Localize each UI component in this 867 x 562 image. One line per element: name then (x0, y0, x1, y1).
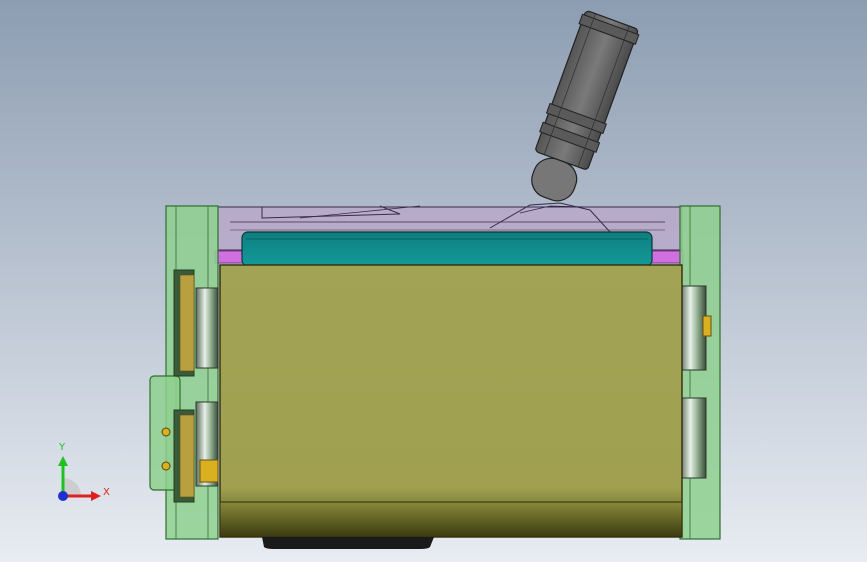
right-roller-top (679, 285, 707, 371)
right-roller-bottom (679, 397, 707, 479)
cad-scene (0, 0, 867, 562)
y-axis-arrowhead (58, 456, 68, 466)
z-axis-dot (58, 491, 68, 501)
coordinate-triad: Y X (50, 440, 120, 510)
left-screw-upper (161, 427, 171, 437)
bottom-base (262, 537, 434, 549)
x-axis-label: X (103, 487, 110, 498)
cad-viewport[interactable]: Y X (0, 0, 867, 562)
left-brass-nut (199, 459, 219, 483)
right-brass-pin (702, 315, 712, 337)
teal-block (241, 231, 653, 267)
y-axis-label: Y (59, 442, 66, 453)
left-screw-lower (161, 461, 171, 471)
main-body (219, 264, 683, 538)
left-roller-top (195, 287, 219, 369)
right-side-frame (679, 205, 721, 540)
x-axis-arrowhead (91, 491, 101, 501)
